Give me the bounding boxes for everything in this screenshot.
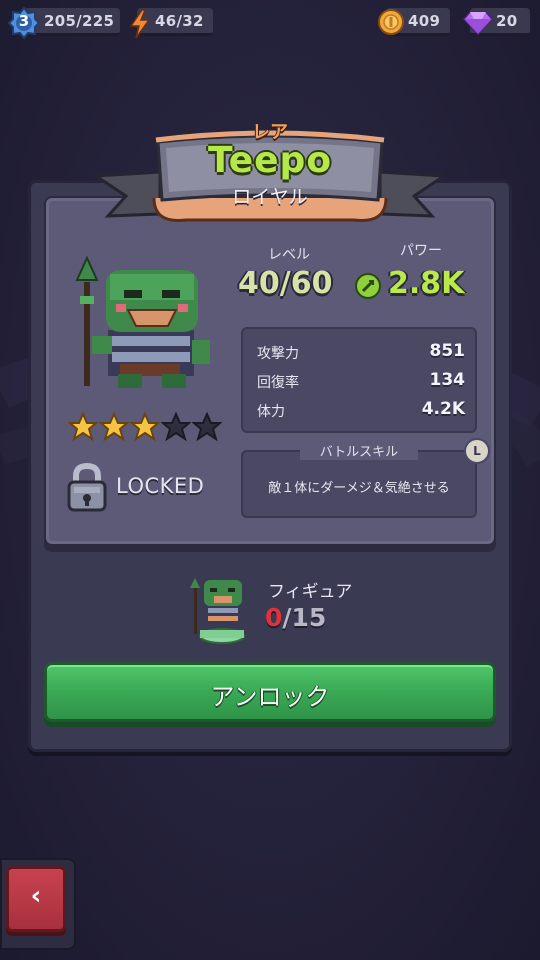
stat-value: 134: [429, 370, 466, 390]
battle-skill-description: 敵１体にダーメジ＆気絶させる: [268, 481, 450, 496]
power-label: パワー: [400, 243, 442, 259]
stat-row-attack: 攻撃力 851: [257, 341, 465, 365]
unlock-button-label: アンロック: [210, 683, 330, 711]
hero-class: ロイヤル: [232, 186, 308, 208]
star-empty-icon: [161, 412, 191, 442]
stat-row-hp: 体力 4.2K: [257, 399, 465, 423]
battle-skill-title: バトルスキル: [300, 441, 418, 460]
star-filled-icon: [130, 412, 160, 442]
xp-value: 205/225: [44, 12, 115, 30]
level-value: 40/60: [238, 266, 333, 301]
skill-type-badge[interactable]: L: [464, 438, 490, 464]
padlock-icon: [67, 462, 107, 512]
lightning-icon: [129, 9, 151, 39]
figure-current: 0: [265, 603, 283, 632]
frog-warrior-portrait-icon: [75, 256, 210, 388]
coin-icon: [378, 9, 404, 35]
figure-total: /15: [282, 603, 327, 632]
figure-label: フィギュア: [268, 582, 353, 602]
unlock-button[interactable]: アンロック: [44, 662, 496, 722]
stat-label: 回復率: [257, 375, 299, 391]
star-empty-icon: [192, 412, 222, 442]
figure-count: 0/15: [265, 603, 326, 632]
stat-label: 攻撃力: [257, 346, 299, 362]
stat-value: 851: [429, 341, 466, 361]
level-number: 3: [18, 12, 30, 30]
star-filled-icon: [68, 412, 98, 442]
figure-frog-icon: [190, 578, 245, 644]
star-filled-icon: [99, 412, 129, 442]
level-label: レベル: [268, 247, 310, 263]
stat-value: 4.2K: [421, 399, 465, 419]
stat-row-recovery: 回復率 134: [257, 370, 465, 394]
hero-name: Teepo: [207, 140, 333, 181]
status-bar: 205/225 3 46/32 409 20: [0, 7, 540, 39]
power-value: 2.8K: [388, 266, 465, 301]
energy-value: 46/32: [155, 12, 204, 30]
star-rating: [68, 412, 228, 444]
coins-value: 409: [408, 12, 441, 30]
stat-label: 体力: [257, 404, 285, 420]
gems-value: 20: [496, 12, 518, 30]
chevron-left-icon: ‹: [30, 881, 42, 911]
stats-panel: 攻撃力 851 回復率 134 体力 4.2K: [241, 327, 477, 433]
gem-icon: [462, 11, 494, 36]
locked-label: LOCKED: [116, 474, 205, 498]
power-icon: [355, 273, 381, 299]
back-button[interactable]: ‹: [6, 866, 66, 932]
